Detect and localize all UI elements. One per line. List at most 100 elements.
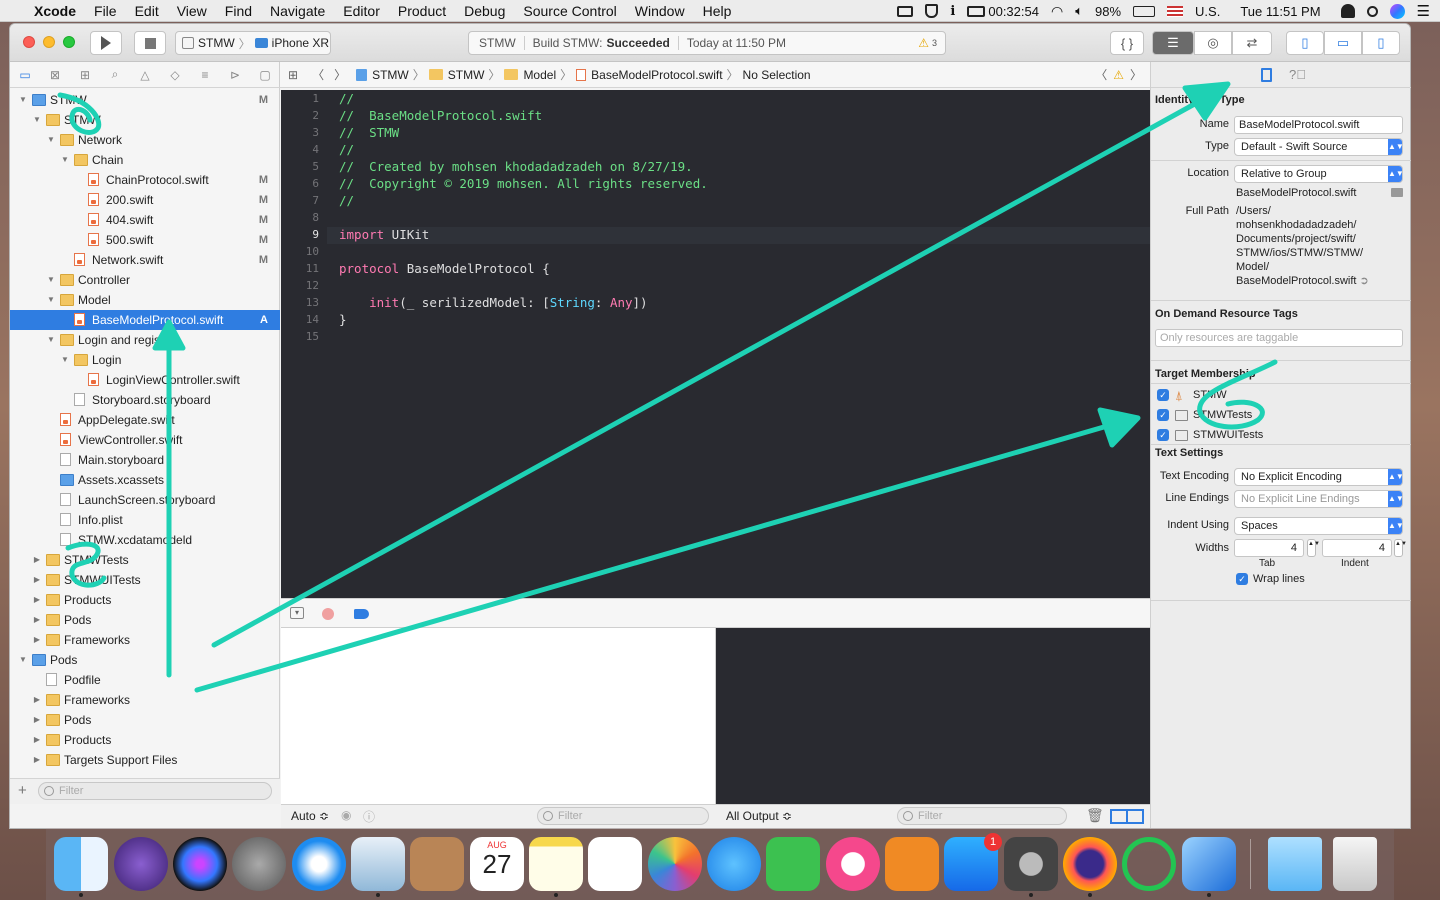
volume-icon[interactable]: 🔈︎ <box>1075 3 1083 19</box>
hide-debug-area-icon[interactable]: ▾ <box>290 607 304 619</box>
disclosure-closed-icon[interactable]: ▶ <box>32 590 42 610</box>
disclosure-open-icon[interactable]: ▼ <box>46 130 56 150</box>
menu-find[interactable]: Find <box>225 3 252 19</box>
indent-width-field[interactable]: 4 <box>1322 539 1392 557</box>
tree-row[interactable]: ▼ Network <box>10 130 280 150</box>
code-line[interactable]: // <box>339 192 1139 209</box>
breadcrumb-selection[interactable]: No Selection <box>743 68 811 82</box>
shield-icon[interactable] <box>925 4 939 18</box>
tree-row[interactable]: 500.swift M <box>10 230 280 250</box>
warning-count[interactable]: 3 <box>932 38 937 48</box>
disclosure-open-icon[interactable]: ▼ <box>46 330 56 350</box>
test-navigator-icon[interactable]: ◇ <box>166 68 184 82</box>
safari-icon[interactable] <box>292 837 346 891</box>
code-line[interactable]: // BaseModelProtocol.swift <box>339 107 1139 124</box>
info-icon[interactable]: i <box>950 4 955 19</box>
toggle-navigator-button[interactable]: ▯ <box>1286 31 1324 55</box>
tree-row[interactable]: ▶ Pods <box>10 710 280 730</box>
previous-issue-icon[interactable]: 〈 <box>1095 66 1107 83</box>
scheme-selector[interactable]: STMW 〉 iPhone XR <box>175 31 331 55</box>
console-output[interactable] <box>716 628 1150 804</box>
reminders-icon[interactable] <box>588 837 642 891</box>
breadcrumb-group[interactable]: STMW <box>448 68 485 82</box>
photos-icon[interactable] <box>648 837 702 891</box>
breadcrumb-model[interactable]: Model <box>523 68 556 82</box>
next-issue-icon[interactable]: 〉 <box>1130 66 1142 83</box>
tree-row[interactable]: ▶ Frameworks <box>10 630 280 650</box>
source-control-navigator-icon[interactable]: ⊠ <box>46 68 64 82</box>
related-items-icon[interactable]: ⊞ <box>288 68 298 82</box>
target-row[interactable]: ✓ STMWTests <box>1151 406 1411 426</box>
zoom-window-button[interactable] <box>63 36 75 48</box>
trash-icon[interactable] <box>1333 837 1377 891</box>
eye-icon[interactable]: ◉ <box>341 808 351 822</box>
tree-row[interactable]: ▼ Model <box>10 290 280 310</box>
indent-width-stepper[interactable]: ▲▼ <box>1394 539 1407 557</box>
facetime-icon[interactable] <box>766 837 820 891</box>
notes-icon[interactable] <box>529 837 583 897</box>
warning-icon[interactable]: ⚠ <box>1113 68 1124 82</box>
launchpad-icon[interactable] <box>232 837 286 891</box>
disclosure-closed-icon[interactable]: ▶ <box>32 730 42 750</box>
code-line[interactable]: protocol BaseModelProtocol { <box>339 260 1139 277</box>
menu-file[interactable]: File <box>94 3 117 19</box>
tree-row[interactable]: Network.swift M <box>10 250 280 270</box>
indent-using-popup[interactable]: Spaces ▲▼ <box>1234 517 1404 535</box>
code-line[interactable] <box>339 243 1139 260</box>
disclosure-open-icon[interactable]: ▼ <box>32 110 42 130</box>
tree-row[interactable]: ▶ Frameworks <box>10 690 280 710</box>
disclosure-open-icon[interactable]: ▼ <box>46 290 56 310</box>
tree-row[interactable]: BaseModelProtocol.swift A <box>10 310 280 330</box>
breadcrumb-file[interactable]: BaseModelProtocol.swift <box>591 68 722 82</box>
tree-row[interactable]: ▼ Login and register <box>10 330 280 350</box>
tree-row[interactable]: Info.plist <box>10 510 280 530</box>
breakpoint-navigator-icon[interactable]: ⊳ <box>226 68 244 82</box>
name-field[interactable]: BaseModelProtocol.swift <box>1234 116 1403 134</box>
variables-filter-input[interactable]: Filter <box>537 807 709 825</box>
standard-editor-button[interactable]: ☰ <box>1152 31 1194 55</box>
toggle-debug-area-button[interactable]: ▭ <box>1324 31 1362 55</box>
target-checkbox[interactable]: ✓ <box>1157 429 1169 441</box>
version-editor-button[interactable]: ⇄ <box>1232 31 1272 55</box>
tree-row[interactable]: ▶ STMWTests <box>10 550 280 570</box>
issue-navigator-icon[interactable]: △ <box>136 68 154 82</box>
line-endings-popup[interactable]: No Explicit Line Endings ▲▼ <box>1234 490 1404 508</box>
variables-view[interactable] <box>281 628 716 804</box>
target-checkbox[interactable]: ✓ <box>1157 409 1169 421</box>
console-output-popup[interactable]: All Output ≎ <box>726 809 792 823</box>
siri-icon[interactable] <box>1389 3 1405 19</box>
report-navigator-icon[interactable]: ▢ <box>256 68 274 82</box>
app-store-icon[interactable]: 1 <box>944 833 1002 891</box>
code-line[interactable] <box>339 209 1139 226</box>
user-icon[interactable] <box>1340 4 1355 18</box>
tree-row[interactable]: ▶ Products <box>10 590 280 610</box>
library-button[interactable]: { } <box>1110 31 1144 55</box>
variables-scope-popup[interactable]: Auto ≎ <box>291 809 329 823</box>
quick-help-icon[interactable]: ?⃝ <box>1289 67 1306 82</box>
spotlight-icon[interactable] <box>1366 5 1378 17</box>
code-line[interactable]: // Created by mohsen khodadadzadeh on 8/… <box>339 158 1139 175</box>
tree-row[interactable]: ViewController.swift <box>10 430 280 450</box>
target-row[interactable]: ✓ ⍋ STMW <box>1151 386 1411 406</box>
books-icon[interactable] <box>885 837 939 891</box>
disclosure-closed-icon[interactable]: ▶ <box>32 630 42 650</box>
split-view-icon[interactable] <box>1110 809 1144 824</box>
close-window-button[interactable] <box>23 36 35 48</box>
info-icon[interactable]: ⓘ <box>363 808 375 825</box>
menu-navigate[interactable]: Navigate <box>270 3 325 19</box>
tree-row[interactable]: ▶ Targets Support Files <box>10 750 280 770</box>
code-line[interactable]: } <box>339 311 1139 328</box>
encoding-popup[interactable]: No Explicit Encoding ▲▼ <box>1234 468 1404 486</box>
menu-xcode[interactable]: Xcode <box>34 3 76 19</box>
battery-icon[interactable] <box>1133 5 1156 17</box>
find-navigator-icon[interactable]: ⌕ <box>106 67 124 82</box>
continue-icon[interactable] <box>354 609 369 619</box>
warning-icon[interactable]: ⚠ <box>918 36 929 50</box>
location-popup[interactable]: Relative to Group ▲▼ <box>1234 165 1404 183</box>
code-line[interactable] <box>339 328 1139 345</box>
disclosure-closed-icon[interactable]: ▶ <box>32 690 42 710</box>
clock-text[interactable]: Tue 11:51 PM <box>1240 4 1320 19</box>
console-filter-input[interactable]: Filter <box>897 807 1067 825</box>
menu-edit[interactable]: Edit <box>135 3 159 19</box>
tree-row[interactable]: ▶ STMWUITests <box>10 570 280 590</box>
